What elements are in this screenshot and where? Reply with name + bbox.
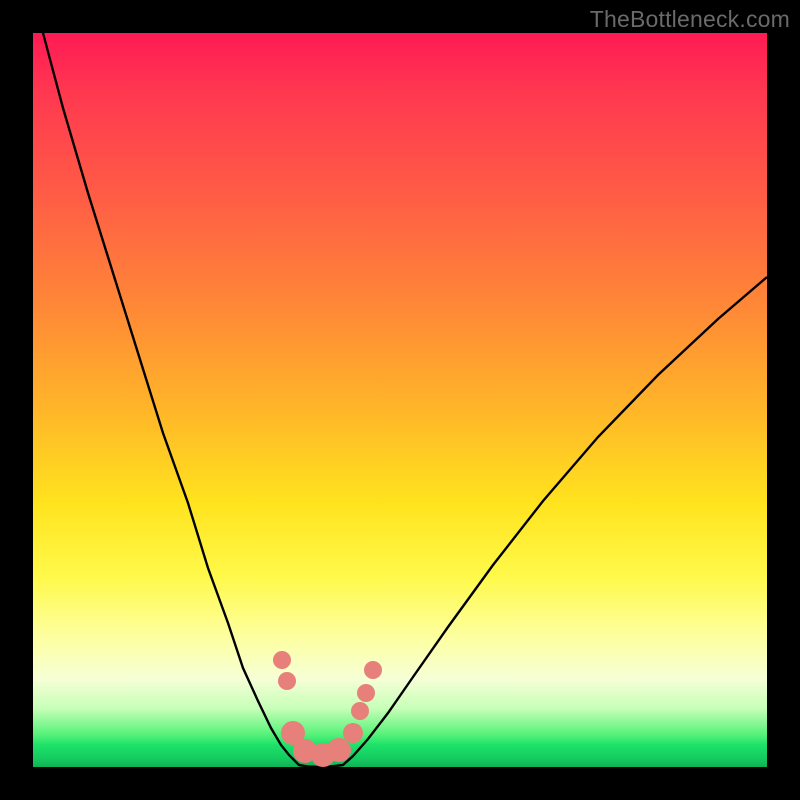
bottleneck-curve	[43, 33, 767, 767]
watermark-text: TheBottleneck.com	[590, 6, 790, 33]
chart-svg-layer	[33, 33, 767, 767]
curve-marker	[357, 684, 375, 702]
curve-marker	[343, 723, 363, 743]
curve-marker	[278, 672, 296, 690]
curve-marker	[351, 702, 369, 720]
chart-frame: TheBottleneck.com	[0, 0, 800, 800]
curve-markers	[273, 651, 382, 767]
curve-marker	[364, 661, 382, 679]
curve-marker	[273, 651, 291, 669]
curve-marker	[327, 738, 351, 762]
curve-path	[43, 33, 767, 767]
